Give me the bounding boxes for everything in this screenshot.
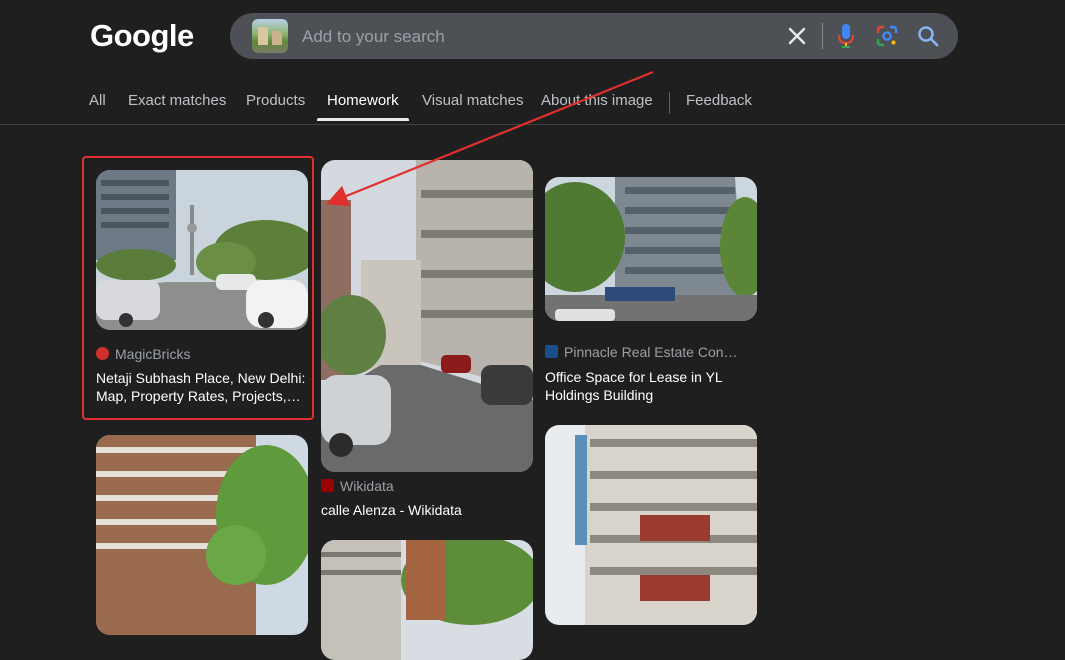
tab-homework[interactable]: Homework xyxy=(327,92,399,109)
result-image[interactable] xyxy=(545,425,757,625)
search-box[interactable] xyxy=(230,13,958,59)
result-title[interactable]: calle Alenza - Wikidata xyxy=(321,501,533,519)
tab-products[interactable]: Products xyxy=(246,92,305,109)
result-image[interactable] xyxy=(545,177,757,321)
close-icon[interactable] xyxy=(786,25,808,47)
search-input[interactable] xyxy=(300,25,774,49)
wikidata-favicon-icon xyxy=(321,479,334,492)
tab-divider xyxy=(669,92,670,114)
annotation-highlight-box xyxy=(82,156,314,420)
microphone-icon[interactable] xyxy=(836,23,856,49)
result-source[interactable]: Pinnacle Real Estate Con… xyxy=(545,344,738,360)
search-image-thumbnail[interactable] xyxy=(252,19,288,53)
google-lens-icon[interactable] xyxy=(875,24,899,48)
result-image[interactable] xyxy=(96,435,308,635)
result-image[interactable] xyxy=(321,540,533,660)
result-image[interactable] xyxy=(321,160,533,472)
pinnacle-favicon-icon xyxy=(545,345,558,358)
search-icon[interactable] xyxy=(916,24,940,48)
search-divider xyxy=(822,23,823,49)
result-source[interactable]: Wikidata xyxy=(321,478,394,494)
tab-about-this-image[interactable]: About this image xyxy=(541,92,653,109)
result-title[interactable]: Office Space for Lease in YL Holdings Bu… xyxy=(545,368,757,404)
tab-feedback[interactable]: Feedback xyxy=(686,92,752,109)
google-logo[interactable]: Google xyxy=(90,18,194,54)
tab-exact-matches[interactable]: Exact matches xyxy=(128,92,226,109)
tab-visual-matches[interactable]: Visual matches xyxy=(422,92,523,109)
tab-all[interactable]: All xyxy=(89,92,106,109)
active-tab-indicator xyxy=(317,118,409,121)
